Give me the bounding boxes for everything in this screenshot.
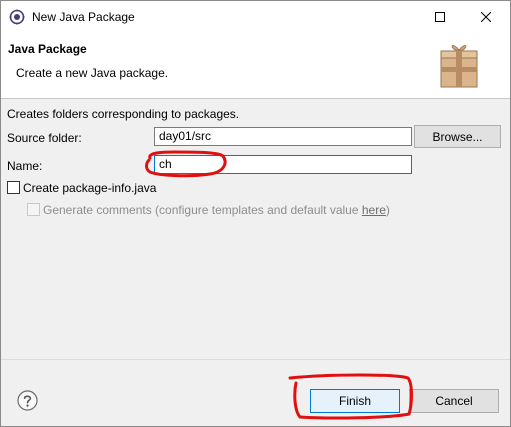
button-bar: Finish Cancel — [1, 359, 510, 426]
create-package-info-checkbox[interactable] — [7, 181, 20, 194]
browse-button[interactable]: Browse... — [414, 125, 501, 148]
package-name-field[interactable]: ch — [154, 155, 412, 174]
form-area: Creates folders corresponding to package… — [1, 99, 510, 359]
name-label: Name: — [7, 159, 43, 173]
package-icon — [440, 45, 478, 88]
source-folder-label: Source folder: — [7, 131, 82, 145]
info-text: Creates folders corresponding to package… — [7, 107, 240, 121]
generate-comments-text: Generate comments (configure templates a… — [43, 203, 362, 217]
title-bar: New Java Package — [1, 1, 510, 33]
cancel-button[interactable]: Cancel — [409, 389, 499, 413]
generate-comments-suffix: ) — [385, 203, 390, 217]
banner-heading: Java Package — [8, 42, 87, 56]
close-icon — [481, 12, 491, 22]
generate-comments-checkbox — [27, 203, 40, 216]
wizard-banner: Java Package Create a new Java package. — [1, 33, 510, 99]
eclipse-icon — [9, 9, 25, 25]
footer-divider — [1, 359, 510, 360]
window-title: New Java Package — [32, 10, 135, 24]
maximize-icon — [435, 12, 445, 22]
banner-description: Create a new Java package. — [16, 66, 169, 80]
close-button[interactable] — [463, 1, 509, 33]
generate-comments-label: Generate comments (configure templates a… — [43, 203, 390, 217]
create-package-info-label[interactable]: Create package-info.java — [23, 181, 156, 195]
source-folder-field[interactable]: day01/src — [154, 127, 412, 146]
new-java-package-dialog: New Java Package Java Package Create a n… — [0, 0, 511, 427]
finish-button[interactable]: Finish — [310, 389, 400, 413]
maximize-button[interactable] — [417, 1, 463, 33]
configure-templates-link[interactable]: here — [362, 203, 386, 217]
question-circle-icon[interactable] — [17, 390, 38, 411]
